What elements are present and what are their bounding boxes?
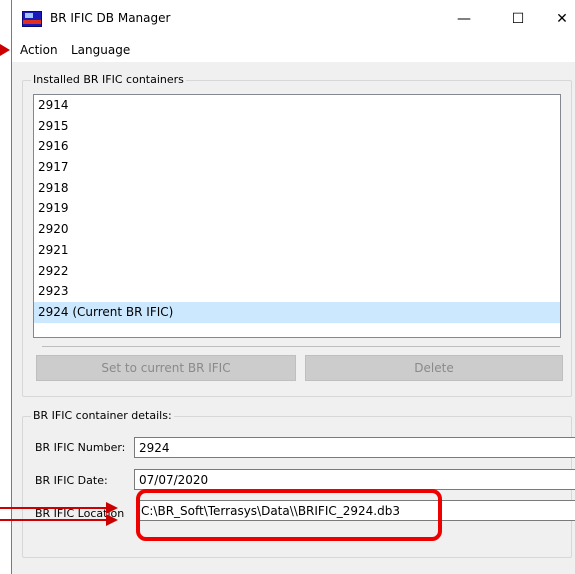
list-item[interactable]: 2916 [34, 136, 560, 157]
list-item[interactable]: 2918 [34, 178, 560, 199]
app-icon [22, 11, 42, 27]
list-item[interactable]: 2922 [34, 261, 560, 282]
list-item[interactable]: 2917 [34, 157, 560, 178]
list-item[interactable]: 2919 [34, 198, 560, 219]
minimize-icon[interactable]: — [444, 6, 484, 32]
list-item[interactable]: 2923 [34, 281, 560, 302]
annotation-arrow-line [0, 519, 108, 521]
list-item[interactable]: 2920 [34, 219, 560, 240]
menu-bar: Action Language [12, 40, 575, 62]
installed-containers-legend: Installed BR IFIC containers [31, 73, 186, 86]
date-label: BR IFIC Date: [35, 474, 108, 487]
delete-button[interactable]: Delete [305, 355, 563, 381]
list-item[interactable]: 2915 [34, 116, 560, 137]
annotation-arrow-head [106, 514, 118, 526]
set-current-button[interactable]: Set to current BR IFIC [36, 355, 296, 381]
annotation-arrow-head [106, 502, 118, 514]
app-window: BR IFIC DB Manager — ☐ ✕ Action Language… [11, 0, 575, 574]
list-item[interactable]: 2921 [34, 240, 560, 261]
annotation-highlight-box [136, 489, 442, 541]
menu-language[interactable]: Language [71, 43, 130, 57]
number-label: BR IFIC Number: [35, 441, 126, 454]
menu-action[interactable]: Action [20, 43, 58, 57]
number-field[interactable]: 2924 [134, 437, 575, 458]
group-divider [42, 346, 560, 347]
containers-listbox[interactable]: 2914 2915 2916 2917 2918 2919 2920 2921 2922 2923… [33, 94, 561, 338]
maximize-icon[interactable]: ☐ [498, 6, 538, 32]
date-field[interactable]: 07/07/2020 [134, 469, 575, 490]
container-details-legend: BR IFIC container details: [31, 409, 174, 422]
annotation-corner-arrow [0, 44, 10, 56]
window-title: BR IFIC DB Manager [50, 11, 171, 25]
list-item[interactable]: 2924 (Current BR IFIC) [34, 301, 560, 323]
annotation-arrow-line [0, 507, 108, 509]
close-icon[interactable]: ✕ [542, 6, 575, 32]
list-item[interactable]: 2914 [34, 95, 560, 116]
title-bar[interactable]: BR IFIC DB Manager — ☐ ✕ [12, 0, 575, 40]
